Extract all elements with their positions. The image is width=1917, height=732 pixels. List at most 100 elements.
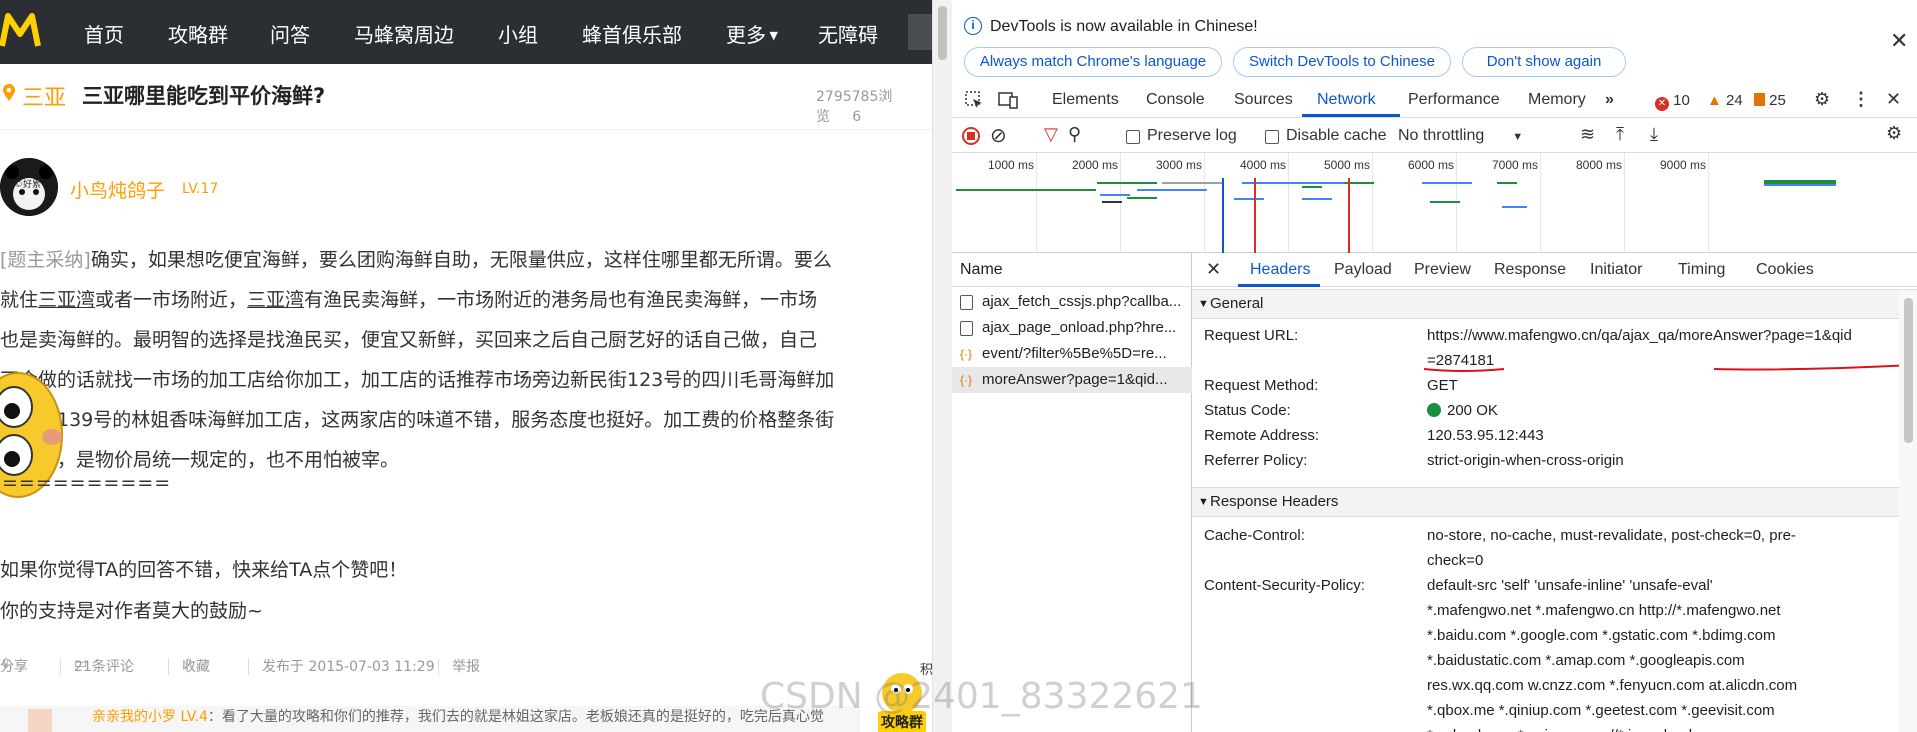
banner-message: DevTools is now available in Chinese! — [990, 18, 1258, 35]
nav-qa[interactable]: 问答 — [270, 19, 310, 48]
clear-icon[interactable]: ⊘ — [990, 123, 1007, 148]
nav-guide-group[interactable]: 攻略群 — [168, 19, 228, 48]
comment-avatar[interactable] — [28, 709, 52, 732]
tab-cookies[interactable]: Cookies — [1756, 261, 1814, 279]
detail-scrollbar[interactable] — [1899, 290, 1917, 732]
referrer-policy-value[interactable]: strict-origin-when-cross-origin — [1427, 452, 1624, 469]
status-code-label: Status Code: — [1204, 402, 1291, 419]
answer-text-fragment: 有渔民卖海鲜，一市场附近的港务局也有渔民卖海鲜，一市场 — [304, 289, 818, 311]
switch-chinese-button[interactable]: Switch DevTools to Chinese — [1233, 47, 1451, 77]
nav-accessibility[interactable]: 无障碍 — [818, 19, 878, 48]
nav-more[interactable]: 更多 ▼ — [726, 19, 778, 48]
csp-value-line: res.wx.qq.com w.cnzz.com *.fenyucn.com a… — [1427, 677, 1798, 694]
report-link[interactable]: 举报 — [452, 656, 480, 676]
tab-network[interactable]: Network — [1317, 91, 1376, 109]
timeline-request-bar — [1302, 198, 1332, 200]
user-level-badge: LV.17 — [182, 181, 219, 197]
close-detail-icon[interactable]: ✕ — [1206, 259, 1221, 280]
inspect-element-icon[interactable] — [964, 90, 984, 110]
tab-timing[interactable]: Timing — [1678, 261, 1725, 279]
question-city[interactable]: 三亚 — [22, 80, 66, 112]
timeline-gridline — [1708, 153, 1709, 253]
answer-body: [题主采纳]确实，如果想吃便宜海鲜，要么团购海鲜自助，无限量供应，这样住哪里都无… — [0, 240, 880, 480]
answer-line-3: 也是卖海鲜的。最明智的选择是找渔民买，便宜又新鲜，买回来之后自己厨艺好的话自己做… — [0, 329, 818, 351]
timeline-tick-label: 1000 ms — [988, 158, 1035, 172]
triangle-down-icon: ▼ — [1198, 298, 1209, 310]
tab-headers[interactable]: Headers — [1250, 261, 1310, 279]
tab-elements[interactable]: Elements — [1052, 91, 1119, 109]
close-devtools-icon[interactable]: ✕ — [1886, 89, 1901, 110]
record-stop-icon[interactable] — [962, 127, 980, 150]
cache-control-value[interactable]: no-store, no-cache, must-revalidate, pos… — [1427, 527, 1796, 544]
request-item[interactable]: ajax_fetch_cssjs.php?callba... — [952, 289, 1192, 315]
network-timeline-overview[interactable]: 1000 ms 2000 ms 3000 ms 4000 ms 5000 ms 6000 … — [952, 153, 1917, 253]
divider — [168, 659, 169, 675]
timeline-tick-label: 5000 ms — [1324, 158, 1371, 172]
status-code-value[interactable]: 200 OK — [1427, 402, 1498, 419]
response-headers-section-header[interactable]: ▼ Response Headers — [1192, 487, 1917, 517]
close-icon[interactable]: ✕ — [1890, 28, 1908, 54]
sanyawan-link[interactable]: 三亚湾 — [247, 289, 304, 311]
request-item-selected[interactable]: {·} moreAnswer?page=1&qid... — [952, 367, 1192, 393]
nav-club[interactable]: 蜂首俱乐部 — [582, 19, 682, 48]
tab-memory[interactable]: Memory — [1528, 91, 1586, 109]
nav-groups[interactable]: 小组 — [498, 19, 538, 48]
warning-count[interactable]: ▲ 24 — [1707, 92, 1743, 109]
request-item[interactable]: ajax_page_onload.php?hre... — [952, 315, 1192, 341]
answer-meta-bar: ⇪ 分享 ▭ 21条评论 ☆ 收藏 发布于 2015-07-03 11:29 举… — [0, 656, 480, 676]
tab-response[interactable]: Response — [1494, 261, 1566, 279]
dont-show-again-button[interactable]: Don't show again — [1462, 47, 1626, 77]
timeline-tick-label: 9000 ms — [1660, 158, 1707, 172]
throttling-select[interactable]: No throttling ▼ — [1398, 127, 1523, 145]
page-scrollbar-thumb[interactable] — [938, 6, 947, 60]
csp-value-line: *.baidustatic.com *.amap.com *.googleapi… — [1427, 652, 1745, 669]
triangle-down-icon: ▼ — [1198, 496, 1209, 508]
request-method-label: Request Method: — [1204, 377, 1319, 394]
warning-icon: ▲ — [1707, 92, 1722, 109]
nav-search-box[interactable] — [908, 14, 932, 50]
tab-payload[interactable]: Payload — [1334, 261, 1392, 279]
tab-initiator[interactable]: Initiator — [1590, 261, 1642, 279]
detail-scrollbar-thumb[interactable] — [1904, 298, 1913, 443]
issue-count[interactable]: 25 — [1754, 92, 1786, 109]
comment-username[interactable]: 亲亲我的小罗 — [92, 709, 176, 725]
kebab-menu-icon[interactable]: ⋮ — [1852, 89, 1870, 110]
search-icon[interactable]: ⚲ — [1068, 124, 1081, 145]
timeline-request-bar — [1502, 206, 1527, 208]
disable-cache-checkbox[interactable] — [1265, 130, 1279, 144]
cache-control-value-cont[interactable]: check=0 — [1427, 552, 1483, 569]
answer-username[interactable]: 小鸟炖鸽子 — [70, 176, 165, 203]
request-method-value[interactable]: GET — [1427, 377, 1458, 394]
nav-home[interactable]: 首页 — [84, 19, 124, 48]
tab-performance[interactable]: Performance — [1408, 91, 1500, 109]
export-har-icon[interactable]: ⤓ — [1650, 124, 1658, 145]
answer-text-fragment: 就住 — [0, 289, 39, 311]
document-icon — [960, 295, 973, 310]
import-har-icon[interactable]: ⤒ — [1616, 124, 1624, 145]
network-settings-gear-icon[interactable]: ⚙ — [1886, 123, 1902, 144]
preserve-log-checkbox[interactable] — [1126, 130, 1140, 144]
more-tabs-chevron-icon[interactable]: » — [1605, 91, 1614, 109]
request-url-value[interactable]: https://www.mafengwo.cn/qa/ajax_qa/moreA… — [1427, 327, 1852, 344]
timeline-marker-line — [1222, 178, 1224, 253]
timeline-request-bar — [1242, 182, 1282, 184]
error-count[interactable]: ✕ 10 — [1655, 92, 1690, 111]
name-column-header[interactable]: Name — [952, 253, 1192, 287]
avatar[interactable]: ©好累 — [0, 158, 58, 216]
settings-gear-icon[interactable]: ⚙ — [1814, 89, 1830, 110]
tab-console[interactable]: Console — [1146, 91, 1205, 109]
page-scrollbar[interactable] — [932, 0, 952, 732]
sanyawan-link[interactable]: 三亚湾 — [38, 289, 95, 311]
filter-icon[interactable]: ▽ — [1044, 124, 1058, 145]
mafengwo-logo-icon[interactable] — [0, 8, 42, 54]
tab-preview[interactable]: Preview — [1414, 261, 1471, 279]
disable-cache-label: Disable cache — [1286, 127, 1387, 144]
request-item[interactable]: {·} event/?filter%5Be%5D=re... — [952, 341, 1192, 367]
remote-address-value[interactable]: 120.53.95.12:443 — [1427, 427, 1544, 444]
nav-merch[interactable]: 马蜂窝周边 — [354, 19, 454, 48]
general-section-header[interactable]: ▼ General — [1192, 289, 1917, 319]
match-language-button[interactable]: Always match Chrome's language — [964, 47, 1222, 77]
network-conditions-icon[interactable]: ≋ — [1580, 124, 1595, 145]
device-toolbar-icon[interactable] — [998, 90, 1018, 110]
tab-sources[interactable]: Sources — [1234, 91, 1293, 109]
